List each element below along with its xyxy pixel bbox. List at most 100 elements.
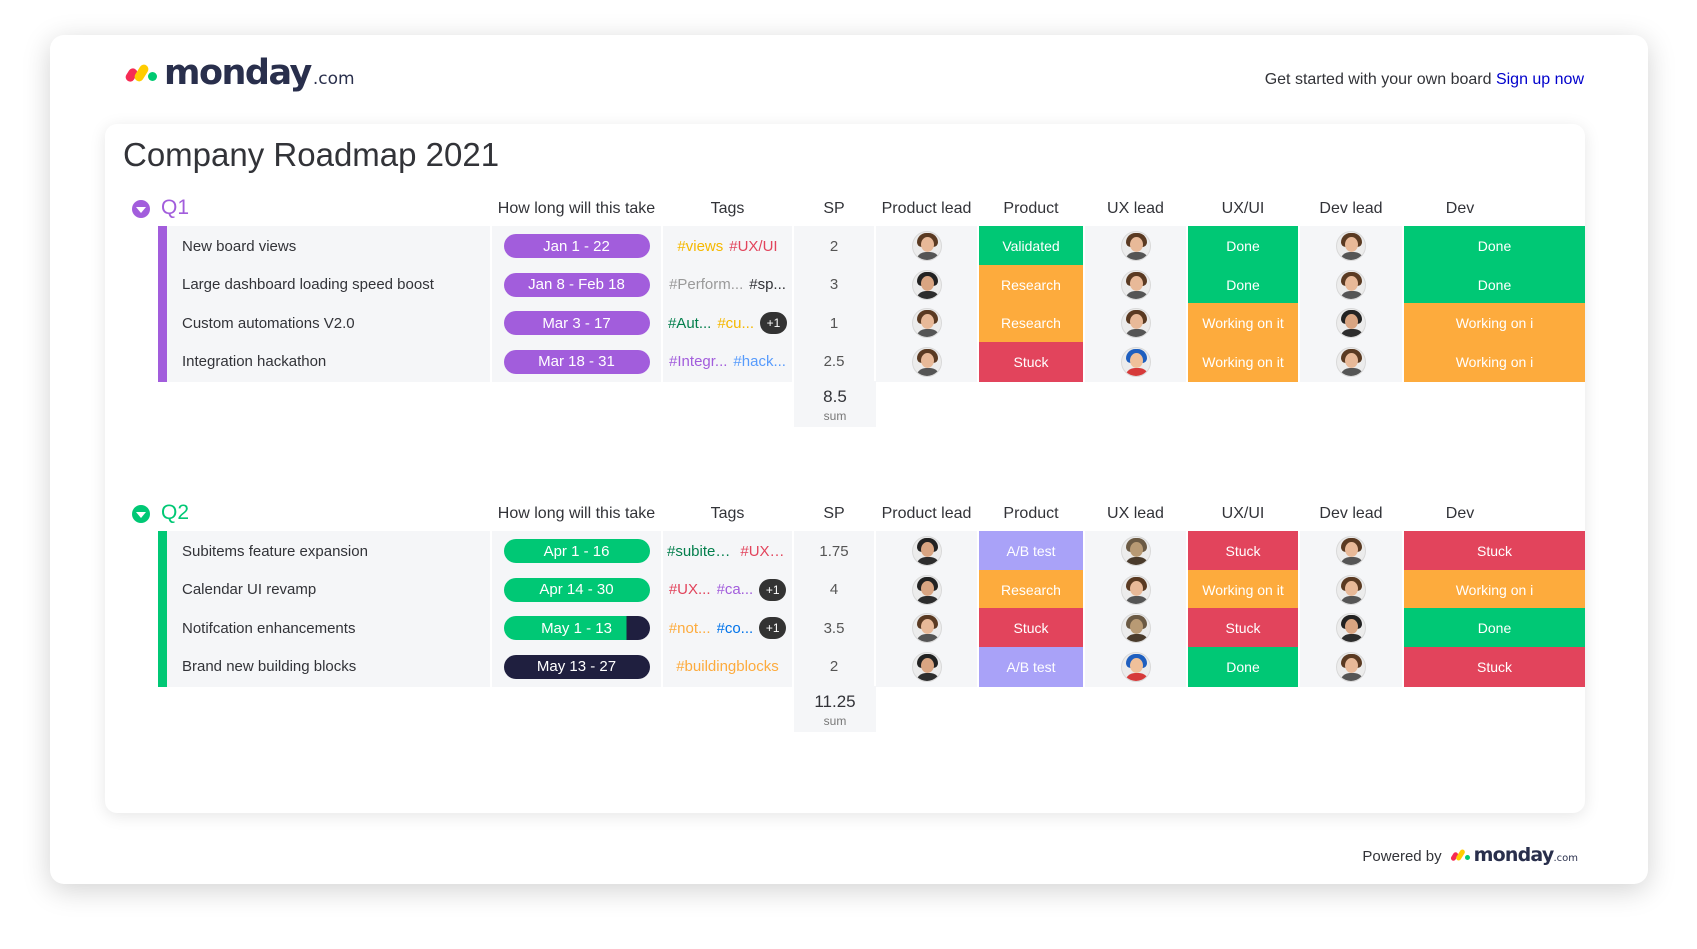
cell-product-lead[interactable] <box>876 303 977 343</box>
column-header-product[interactable]: Product <box>979 200 1083 218</box>
signup-link[interactable]: Sign up now <box>1496 71 1584 88</box>
tag[interactable]: #UX... <box>669 581 711 598</box>
cell-timeline[interactable]: Mar 18 - 31 <box>492 341 661 382</box>
table-row[interactable]: Large dashboard loading speed boost Jan 8… <box>158 264 1585 305</box>
board-title[interactable]: Company Roadmap 2021 <box>123 136 499 174</box>
avatar-man-icon[interactable] <box>1336 308 1366 338</box>
column-header-product-lead[interactable]: Product lead <box>876 200 977 218</box>
cell-dev[interactable]: Working on i <box>1404 569 1585 610</box>
cell-ux-ui[interactable]: Done <box>1188 646 1298 687</box>
cell-ux-ui[interactable]: Stuck <box>1188 531 1298 571</box>
table-row[interactable]: Notifcation enhancements May 1 - 13 #not..… <box>158 608 1585 648</box>
column-header-tags[interactable]: Tags <box>663 200 792 218</box>
cell-timeline[interactable]: May 13 - 27 <box>492 646 661 687</box>
cell-ux-lead[interactable] <box>1085 646 1186 687</box>
avatar-woman-icon[interactable] <box>1336 574 1366 605</box>
cell-timeline[interactable]: Apr 14 - 30 <box>492 569 661 610</box>
tag[interactable]: #Aut... <box>668 315 711 332</box>
monday-logo[interactable]: monday .com <box>123 53 355 93</box>
column-header-sp[interactable]: SP <box>794 505 874 523</box>
cell-product-lead[interactable] <box>876 264 977 305</box>
cell-dev-lead[interactable] <box>1300 608 1402 648</box>
cell-tags[interactable]: #Perform... #sp... <box>663 264 792 305</box>
column-header-dev[interactable]: Dev <box>1404 505 1516 523</box>
avatar-woman-icon[interactable] <box>911 613 942 643</box>
cell-dev-lead[interactable] <box>1300 531 1402 571</box>
cell-dev[interactable]: Done <box>1404 608 1585 648</box>
avatar-woman-icon[interactable] <box>1120 574 1151 605</box>
cell-ux-lead[interactable] <box>1085 569 1186 610</box>
tag[interactable]: #Perform... <box>669 276 743 293</box>
cell-ux-lead[interactable] <box>1085 226 1186 266</box>
tag[interactable]: #cu... <box>717 315 754 332</box>
timeline-pill[interactable]: Jan 1 - 22 <box>503 234 650 258</box>
cell-dev[interactable]: Done <box>1404 226 1585 266</box>
item-name[interactable]: Calendar UI revamp <box>167 569 490 610</box>
cell-dev-lead[interactable] <box>1300 341 1402 382</box>
tag[interactable]: #Integr... <box>669 353 727 370</box>
cell-tags[interactable]: #buildingblocks <box>663 646 792 687</box>
table-row[interactable]: Subitems feature expansion Apr 1 - 16 #sub… <box>158 531 1585 571</box>
timeline-pill[interactable]: Apr 14 - 30 <box>503 577 650 602</box>
cell-product-lead[interactable] <box>876 531 977 571</box>
avatar-woman-icon[interactable] <box>911 231 942 261</box>
avatar-woman-icon[interactable] <box>1336 269 1366 300</box>
tag[interactable]: #hack... <box>733 353 786 370</box>
cell-tags[interactable]: #Aut... #cu... +1 <box>663 303 792 343</box>
column-header-ux-ui[interactable]: UX/UI <box>1188 505 1298 523</box>
avatar-woman-icon[interactable] <box>1336 536 1366 566</box>
cell-dev-lead[interactable] <box>1300 303 1402 343</box>
column-header-timeline[interactable]: How long will this take <box>492 200 661 218</box>
avatar-man-icon[interactable] <box>1336 613 1366 643</box>
column-header-ux-lead[interactable]: UX lead <box>1085 505 1186 523</box>
cell-dev[interactable]: Done <box>1404 264 1585 305</box>
cell-tags[interactable]: #Integr... #hack... <box>663 341 792 382</box>
avatar-dog-icon[interactable] <box>1120 613 1151 643</box>
tag[interactable]: #subitems <box>667 543 734 560</box>
cell-dev[interactable]: Working on i <box>1404 303 1585 343</box>
timeline-pill[interactable]: May 13 - 27 <box>503 654 650 679</box>
cell-dev[interactable]: Working on i <box>1404 341 1585 382</box>
cell-sp[interactable]: 2 <box>794 646 874 687</box>
item-name[interactable]: Integration hackathon <box>167 341 490 382</box>
cell-ux-lead[interactable] <box>1085 303 1186 343</box>
column-header-timeline[interactable]: How long will this take <box>492 505 661 523</box>
avatar-man-icon[interactable] <box>911 269 942 300</box>
cell-tags[interactable]: #subitems #UX/UI <box>663 531 792 571</box>
cell-timeline[interactable]: Mar 3 - 17 <box>492 303 661 343</box>
cell-ux-ui[interactable]: Working on it <box>1188 303 1298 343</box>
group-title[interactable]: Q1 <box>161 196 189 220</box>
cell-product-lead[interactable] <box>876 341 977 382</box>
table-row[interactable]: New board views Jan 1 - 22 #views #UX/UI 2 Va… <box>158 226 1585 266</box>
cell-timeline[interactable]: May 1 - 13 <box>492 608 661 648</box>
avatar-man-icon[interactable] <box>911 651 942 682</box>
tag[interactable]: #buildingblocks <box>676 658 779 675</box>
collapse-group-icon[interactable] <box>132 505 150 523</box>
cell-product[interactable]: Stuck <box>979 341 1083 382</box>
tag[interactable]: #co... <box>717 620 754 637</box>
timeline-pill[interactable]: Mar 3 - 17 <box>503 311 650 335</box>
column-header-product[interactable]: Product <box>979 505 1083 523</box>
cell-ux-ui[interactable]: Stuck <box>1188 608 1298 648</box>
item-name[interactable]: Subitems feature expansion <box>167 531 490 571</box>
cell-sp[interactable]: 1.75 <box>794 531 874 571</box>
cell-dev-lead[interactable] <box>1300 226 1402 266</box>
tag[interactable]: #sp... <box>749 276 786 293</box>
cell-ux-lead[interactable] <box>1085 531 1186 571</box>
avatar-woman-icon[interactable] <box>911 346 942 377</box>
cell-sp[interactable]: 4 <box>794 569 874 610</box>
item-name[interactable]: New board views <box>167 226 490 266</box>
group-title[interactable]: Q2 <box>161 501 189 525</box>
avatar-woman-icon[interactable] <box>1336 651 1366 682</box>
timeline-pill[interactable]: Apr 1 - 16 <box>503 539 650 563</box>
cell-ux-ui[interactable]: Working on it <box>1188 341 1298 382</box>
cell-ux-lead[interactable] <box>1085 264 1186 305</box>
avatar-man-icon[interactable] <box>911 536 942 566</box>
tag[interactable]: #ca... <box>717 581 754 598</box>
avatar-woman-icon[interactable] <box>1336 231 1366 261</box>
cell-product[interactable]: Stuck <box>979 608 1083 648</box>
cell-product-lead[interactable] <box>876 646 977 687</box>
cell-sp[interactable]: 3.5 <box>794 608 874 648</box>
collapse-group-icon[interactable] <box>132 200 150 218</box>
cell-product[interactable]: Research <box>979 303 1083 343</box>
